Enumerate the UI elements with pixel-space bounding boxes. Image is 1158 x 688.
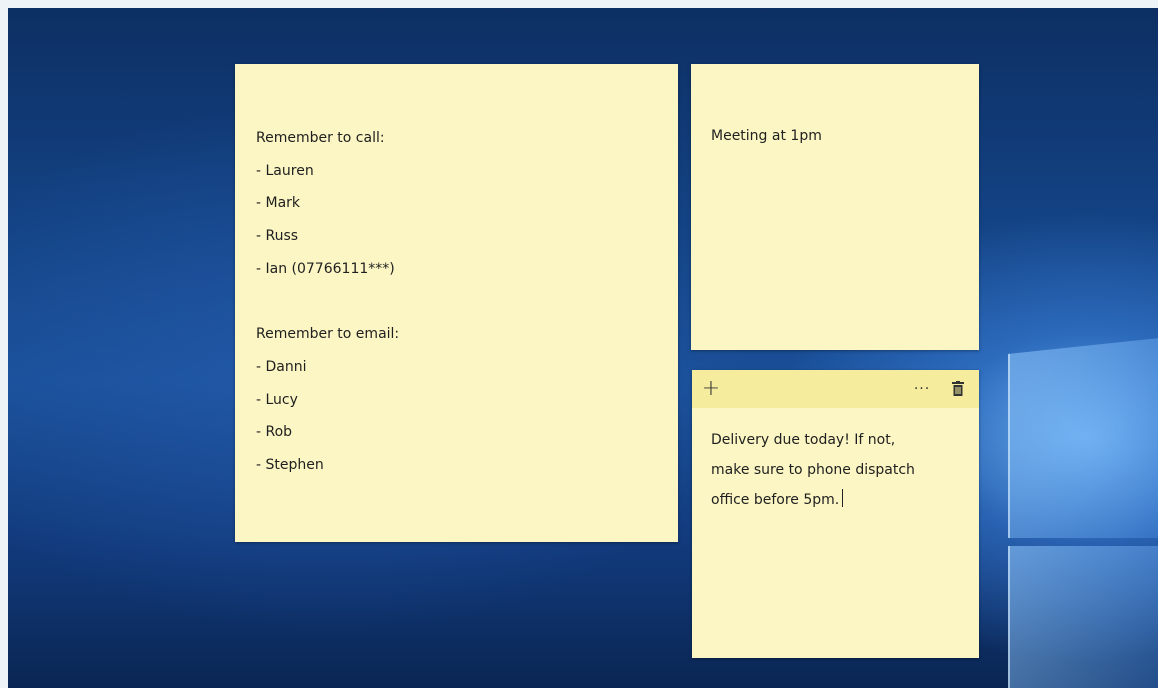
note-line: - Russ (256, 228, 299, 245)
note-line: Remember to email: (256, 326, 400, 343)
wallpaper-light-pane (1008, 546, 1158, 688)
note-line: - Mark (256, 195, 301, 212)
note-line: - Rob (256, 424, 293, 441)
note-text[interactable]: Remember to call: - Lauren - Mark - Russ… (256, 126, 399, 486)
trash-icon-glyph (952, 381, 964, 396)
note-line: - Lucy (256, 391, 298, 408)
note-text[interactable]: Meeting at 1pm (711, 124, 822, 148)
sticky-note-calls[interactable]: Remember to call: - Lauren - Mark - Russ… (235, 64, 678, 542)
screenshot-frame: Remember to call: - Lauren - Mark - Russ… (0, 0, 1158, 688)
note-toolbar: + ··· (692, 370, 979, 408)
note-line-last: office before 5pm. (711, 488, 966, 518)
note-line: - Danni (256, 358, 307, 375)
sticky-note-delivery[interactable]: + ··· Delivery due today! If not, make s… (692, 370, 979, 658)
note-blank-line (256, 289, 399, 322)
sticky-note-meeting[interactable]: Meeting at 1pm (691, 64, 979, 350)
text-cursor (842, 489, 844, 507)
wallpaper-light-pane (1008, 338, 1158, 538)
note-text[interactable]: Delivery due today! If not, make sure to… (711, 428, 966, 518)
note-line: - Stephen (256, 456, 324, 473)
note-line: - Lauren (256, 162, 314, 179)
note-line: - Ian (07766111***) (256, 260, 395, 277)
more-options-icon[interactable]: ··· (910, 376, 934, 402)
note-line: make sure to phone dispatch (711, 462, 915, 478)
note-line: Remember to call: (256, 130, 385, 146)
add-note-icon[interactable]: + (700, 376, 722, 402)
trash-icon[interactable] (948, 376, 968, 402)
note-line-text: office before 5pm. (711, 492, 840, 508)
note-line: Delivery due today! If not, (711, 432, 896, 448)
